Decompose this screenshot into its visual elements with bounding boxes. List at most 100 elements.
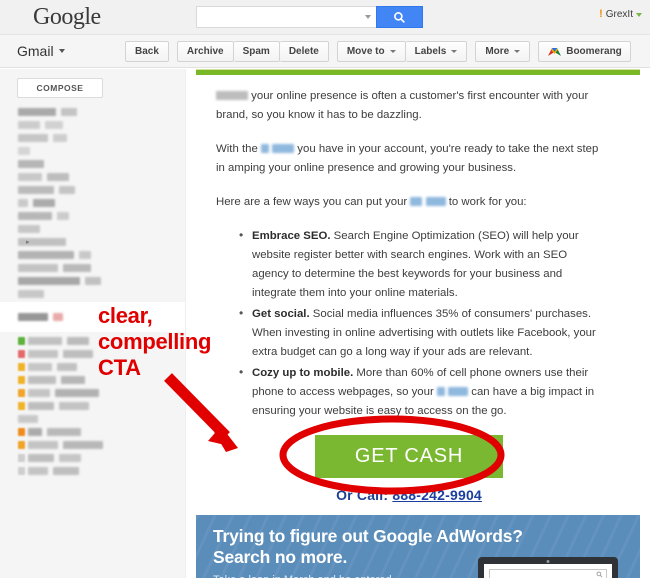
list-item[interactable] bbox=[18, 440, 185, 449]
search-button[interactable] bbox=[375, 6, 423, 28]
list-item[interactable] bbox=[18, 250, 185, 259]
redacted-text bbox=[28, 388, 50, 397]
main-content: COMPOSE ▸ your online presence is often … bbox=[0, 69, 650, 578]
chevron-down-icon bbox=[451, 49, 458, 53]
archive-button-label: Archive bbox=[186, 45, 224, 57]
redacted-text bbox=[18, 172, 42, 181]
chevron-down-icon[interactable] bbox=[58, 49, 65, 53]
redacted-text bbox=[47, 427, 81, 436]
email-list-sidebar[interactable]: COMPOSE ▸ bbox=[0, 69, 185, 578]
label-color-dot bbox=[18, 375, 25, 384]
list-item[interactable] bbox=[18, 466, 185, 475]
email-paragraph-1-text: your online presence is often a customer… bbox=[216, 90, 589, 121]
list-item[interactable] bbox=[18, 427, 185, 436]
redacted-text bbox=[28, 453, 54, 462]
list-item[interactable] bbox=[18, 133, 185, 142]
list-item[interactable] bbox=[18, 276, 185, 285]
redacted-text bbox=[18, 414, 38, 423]
redacted-text bbox=[18, 133, 48, 142]
list-item[interactable] bbox=[18, 211, 185, 220]
list-item[interactable] bbox=[18, 263, 185, 272]
list-item[interactable] bbox=[18, 414, 185, 423]
list-item[interactable] bbox=[18, 362, 185, 371]
label-color-dot bbox=[18, 349, 25, 358]
chevron-down-icon[interactable] bbox=[636, 12, 642, 17]
redacted-text bbox=[18, 211, 52, 220]
list-item[interactable] bbox=[18, 185, 185, 194]
redacted-text bbox=[448, 387, 469, 396]
labels-button[interactable]: Labels bbox=[405, 40, 468, 62]
toolbar-button-group-4: More bbox=[475, 40, 531, 62]
list-item[interactable] bbox=[18, 401, 185, 410]
list-item[interactable] bbox=[18, 159, 185, 168]
redacted-text bbox=[59, 185, 75, 194]
list-item[interactable] bbox=[18, 388, 185, 397]
compose-button-label: COMPOSE bbox=[36, 83, 84, 93]
boomerang-button[interactable]: Boomerang bbox=[538, 40, 631, 62]
gmail-app-switcher[interactable]: Gmail bbox=[17, 43, 125, 59]
list-item[interactable] bbox=[18, 453, 185, 462]
spam-button[interactable]: Spam bbox=[233, 40, 280, 62]
account-area[interactable]: ! GrexIt bbox=[599, 9, 642, 20]
email-paragraph-2: With the you have in your account, you'r… bbox=[216, 140, 602, 178]
redacted-text bbox=[59, 401, 89, 410]
adwords-banner[interactable]: Trying to figure out Google AdWords? Sea… bbox=[196, 515, 640, 578]
list-item[interactable] bbox=[18, 336, 185, 345]
label-color-dot bbox=[18, 466, 25, 475]
redacted-text bbox=[33, 198, 55, 207]
redacted-text bbox=[63, 263, 91, 272]
search-icon bbox=[393, 11, 405, 23]
chevron-down-icon[interactable] bbox=[364, 15, 371, 19]
redacted-text bbox=[85, 276, 101, 285]
redacted-text bbox=[53, 133, 67, 142]
redacted-text bbox=[63, 440, 103, 449]
delete-button[interactable]: Delete bbox=[279, 40, 329, 62]
move-to-button[interactable]: Move to bbox=[336, 40, 406, 62]
boomerang-arc-icon bbox=[548, 47, 562, 56]
pane-background: your online presence is often a customer… bbox=[186, 69, 650, 578]
get-cash-button[interactable]: GET CASH bbox=[314, 435, 504, 478]
search-box[interactable] bbox=[195, 6, 376, 28]
list-item[interactable]: ▸ bbox=[18, 237, 185, 246]
phone-number-link[interactable]: 888-242-9904 bbox=[392, 487, 482, 503]
more-button[interactable]: More bbox=[475, 40, 531, 62]
move-to-button-label: Move to bbox=[346, 45, 385, 57]
search-icon bbox=[596, 571, 603, 578]
redacted-text bbox=[18, 107, 56, 116]
account-name[interactable]: GrexIt bbox=[606, 9, 633, 20]
list-item[interactable] bbox=[18, 172, 185, 181]
redacted-text bbox=[28, 427, 42, 436]
list-item[interactable] bbox=[18, 146, 185, 155]
call-line: Or Call: 888-242-9904 bbox=[216, 486, 602, 505]
redacted-text bbox=[216, 91, 248, 100]
list-item[interactable] bbox=[18, 289, 185, 298]
search-input[interactable] bbox=[200, 7, 365, 27]
email-list[interactable]: ▸ bbox=[0, 107, 185, 475]
list-item[interactable] bbox=[18, 107, 185, 116]
redacted-text bbox=[260, 144, 269, 153]
list-item[interactable] bbox=[18, 120, 185, 129]
more-button-label: More bbox=[485, 45, 510, 57]
label-color-dot bbox=[18, 336, 25, 345]
laptop-search-bar bbox=[489, 569, 607, 578]
redacted-text bbox=[272, 144, 295, 153]
list-item[interactable] bbox=[18, 198, 185, 207]
archive-button[interactable]: Archive bbox=[176, 40, 234, 62]
label-color-dot bbox=[18, 427, 25, 436]
list-item[interactable] bbox=[18, 349, 185, 358]
label-color-dot bbox=[18, 401, 25, 410]
compose-button[interactable]: COMPOSE bbox=[17, 78, 103, 98]
list-item[interactable] bbox=[0, 302, 185, 332]
list-item[interactable] bbox=[18, 224, 185, 233]
call-prefix: Or Call: bbox=[336, 487, 393, 503]
chevron-right-icon[interactable]: ▸ bbox=[26, 238, 30, 246]
redacted-text bbox=[67, 336, 89, 345]
redacted-text bbox=[28, 375, 56, 384]
email-bullet-list: Embrace SEO. Search Engine Optimization … bbox=[216, 226, 602, 421]
redacted-text bbox=[18, 289, 44, 298]
redacted-text bbox=[425, 197, 446, 206]
redacted-text bbox=[28, 401, 54, 410]
back-button[interactable]: Back bbox=[125, 40, 169, 62]
bullet-lead: Cozy up to mobile. bbox=[252, 367, 354, 379]
list-item[interactable] bbox=[18, 375, 185, 384]
